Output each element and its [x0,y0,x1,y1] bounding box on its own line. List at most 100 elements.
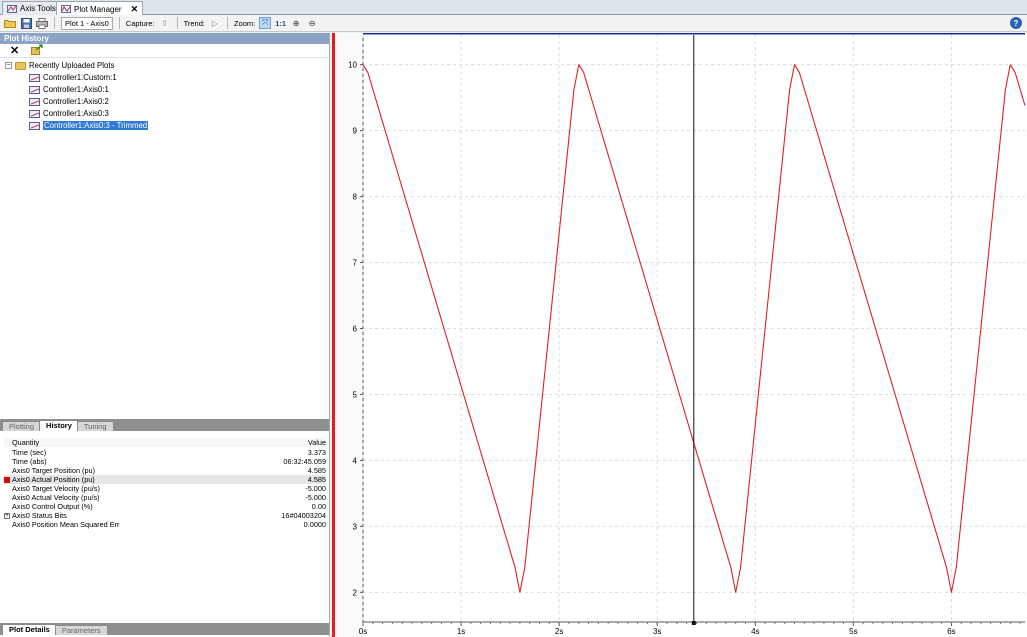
details-row[interactable]: Axis0 Position Mean Squared Err 0.0000 [4,520,326,529]
details-row[interactable]: Axis0 Control Output (%) 0.00 [4,502,326,511]
tree-folder-recent[interactable]: − Recently Uploaded Plots [5,60,114,71]
details-row[interactable]: Axis0 Actual Velocity (pu/s) -5.000 [4,493,326,502]
x-tick-label: 0s [359,627,367,636]
value-header: Value [307,438,326,447]
y-axis-margin [335,33,363,637]
row-quantity: Axis0 Target Velocity (pu/s) [12,484,100,493]
row-quantity: Axis0 Control Output (%) [12,502,93,511]
plot-history-toolbar: ✕ [0,44,329,58]
row-value: -5.000 [305,493,326,502]
x-tick-label: 5s [849,627,857,636]
plot-toolbar: Plot 1 - Axis0 Capture: ⇧ Trend: ▷ Zoom:… [0,15,1027,32]
plot-file-icon [29,97,40,106]
plot-file-icon [29,73,40,82]
lower-panel-tabs: Plot Details Parameters [0,623,329,635]
upper-panel-tabs: Plotting History Tuning [0,419,329,431]
details-row[interactable]: Axis0 Actual Position (pu) 4.585 [4,475,326,484]
tree-item[interactable]: Controller1:Axis0:1 [29,84,109,95]
zoom-one-to-one-button[interactable]: 1:1 [275,19,286,28]
document-tab-bar: Axis Tools Plot Manager ✕ [0,0,1027,16]
plot-select-field[interactable]: Plot 1 - Axis0 [61,16,113,30]
y-tick-label: 10 [348,61,357,70]
series-color-strip [332,33,335,637]
toolbar-separator [118,17,120,29]
tree-item[interactable]: Controller1:Axis0:3 [29,108,109,119]
y-tick-label: 2 [353,588,358,597]
y-tick-label: 9 [353,127,358,136]
capture-label: Capture: [125,18,155,28]
capture-up-icon[interactable]: ⇧ [159,17,171,29]
tree-folder-label: Recently Uploaded Plots [29,61,115,70]
close-icon[interactable]: ✕ [131,4,139,15]
details-row[interactable]: Time (sec) 3.373 [4,448,326,457]
tab-parameters[interactable]: Parameters [54,625,108,635]
y-tick-label: 5 [353,390,358,399]
series-color-swatch [4,476,10,483]
row-value: 4.585 [307,475,326,484]
row-quantity: Axis0 Position Mean Squared Err [12,520,120,529]
collapse-icon[interactable]: − [5,62,12,69]
print-icon[interactable] [36,17,48,29]
tree-item-selected[interactable]: Controller1:Axis0:3 - Trimmed [29,120,149,131]
zoom-out-icon[interactable]: ⊖ [306,17,318,29]
help-icon[interactable]: ? [1010,17,1022,29]
details-row[interactable]: Axis0 Target Position (pu) 4.585 [4,466,326,475]
x-tick-label: 1s [457,627,465,636]
toolbar-separator [176,17,178,29]
details-header-row: Quantity Value [4,438,326,447]
tab-plot-manager[interactable]: Plot Manager ✕ [56,1,144,16]
tab-plotting[interactable]: Plotting [2,421,42,431]
trend-play-icon[interactable]: ▷ [209,17,221,29]
tree-item[interactable]: Controller1:Axis0:2 [29,96,109,107]
details-row[interactable]: Axis0 Target Velocity (pu/s) -5.000 [4,484,326,493]
zoom-in-icon[interactable]: ⊕ [290,17,302,29]
row-value: 3.373 [307,448,326,457]
tree-item-label: Controller1:Axis0:2 [43,97,109,106]
x-tick-label: 6s [947,627,955,636]
row-value: 06:32:45.059 [283,457,326,466]
tree-item[interactable]: Controller1:Custom:1 [29,72,117,83]
row-value: 0.00 [311,502,326,511]
plot-history-header: Plot History [0,33,329,44]
x-tick-label: 2s [555,627,563,636]
tab-plot-details[interactable]: Plot Details [2,624,57,635]
tree-item-label: Controller1:Axis0:3 - Trimmed [43,121,149,130]
plot-area[interactable]: 2 3 4 5 6 7 8 9 10 0s 1s 2s 3s 4s 5s 6s [332,33,1027,637]
save-icon[interactable] [20,17,32,29]
tab-tuning[interactable]: Tuning [76,421,114,431]
trend-label: Trend: [183,18,205,28]
tree-item-label: Controller1:Axis0:3 [43,109,109,118]
open-folder-icon[interactable] [4,18,16,29]
export-icon[interactable] [31,44,43,57]
tree-item-label: Controller1:Custom:1 [43,73,117,82]
row-quantity: Axis0 Actual Position (pu) [12,475,95,484]
row-quantity: Axis0 Target Position (pu) [12,466,96,475]
delete-icon[interactable]: ✕ [10,44,19,57]
zoom-label: Zoom: [233,18,256,28]
plot-file-icon [29,85,40,94]
details-row[interactable]: + Axis0 Status Bits 16#04003204 [4,511,326,520]
plot-manager-icon [61,5,71,13]
axis-tools-icon [7,4,17,13]
row-quantity: Axis0 Status Bits [12,511,67,520]
tab-axis-tools-label: Axis Tools [20,4,56,13]
expand-icon[interactable]: + [4,512,10,519]
toolbar-separator [54,17,55,29]
zoom-fit-icon[interactable]: ⤧ [259,17,272,29]
x-tick-label: 4s [751,627,759,636]
quantity-header: Quantity [12,438,40,447]
row-quantity: Time (sec) [12,448,47,457]
tab-history[interactable]: History [39,420,79,431]
plot-details-grid: Quantity Value Time (sec) 3.373 Time (ab… [0,433,329,623]
details-row[interactable]: Time (abs) 06:32:45.059 [4,457,326,466]
row-value: 16#04003204 [281,511,326,520]
left-panel: Plot History ✕ − Recently Uploaded Plots… [0,33,330,637]
y-tick-label: 6 [353,325,358,334]
time-cursor-handle[interactable] [691,621,696,625]
folder-icon [15,61,26,70]
y-tick-label: 7 [353,259,358,268]
tab-axis-tools[interactable]: Axis Tools [2,1,61,15]
position-chart[interactable]: 2 3 4 5 6 7 8 9 10 0s 1s 2s 3s 4s 5s 6s [332,33,1027,637]
x-tick-label: 3s [653,627,661,636]
y-tick-label: 3 [353,522,358,531]
